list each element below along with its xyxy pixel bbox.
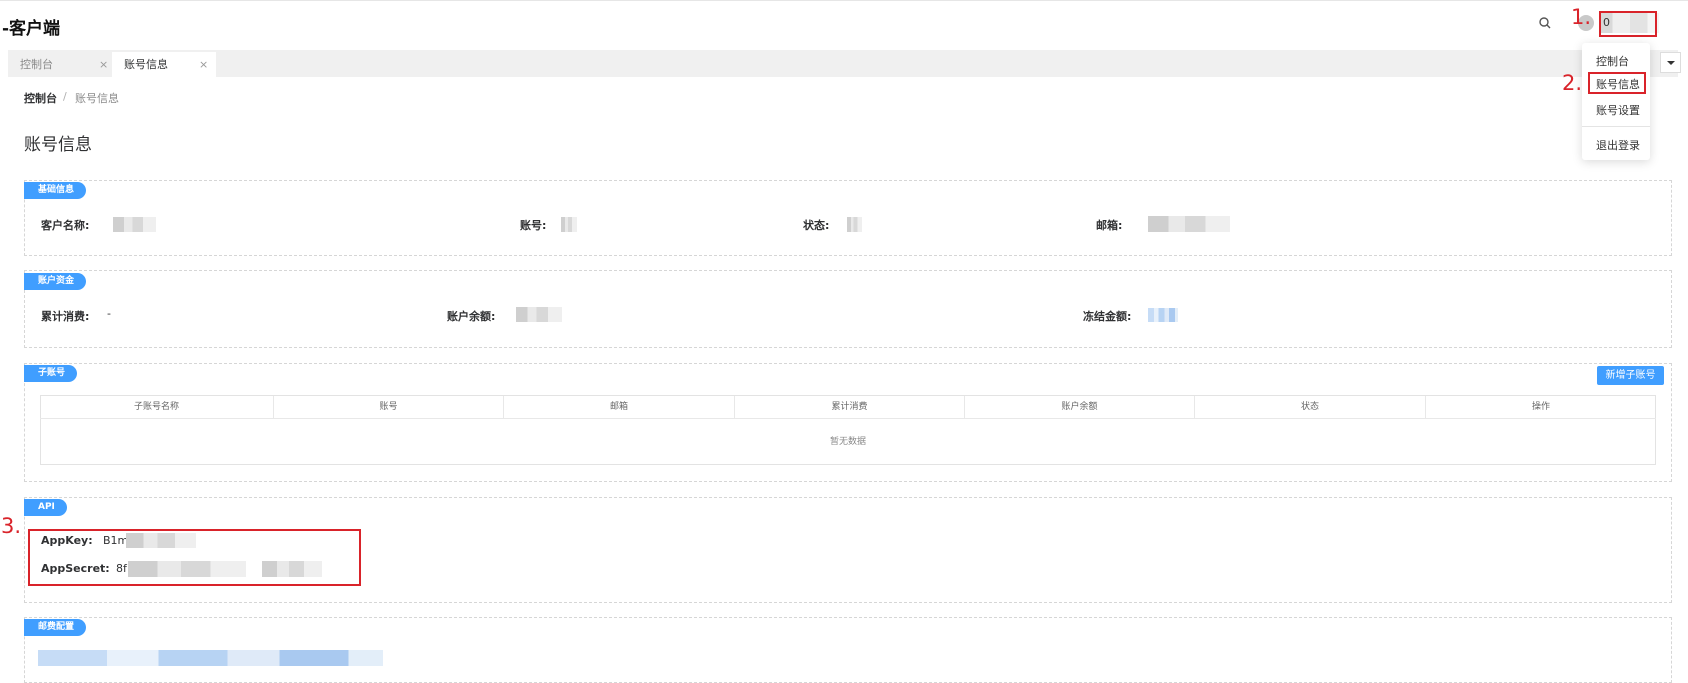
frozen-value — [1148, 308, 1178, 322]
annotation-box-user — [1599, 11, 1657, 37]
tab-more-dropdown-button[interactable] — [1660, 52, 1681, 73]
table-header-cell: 账号 — [274, 396, 504, 418]
breadcrumb-separator: / — [63, 90, 67, 103]
app-key-value: B1m — [103, 534, 129, 547]
annotation-number-1: 1. — [1571, 5, 1592, 29]
total-spend-value: - — [107, 307, 111, 320]
customer-name-label: 客户名称: — [41, 219, 90, 232]
tab-console-label: 控制台 — [20, 58, 53, 71]
app-title: -客户端 — [2, 19, 61, 39]
app-secret-hidden — [262, 561, 322, 577]
app-secret-label: AppSecret: — [41, 562, 110, 575]
sub-accounts-label: 子账号 — [24, 365, 78, 382]
funds-section — [24, 270, 1672, 348]
table-header-divider — [40, 418, 1656, 419]
tab-bar — [8, 50, 1678, 77]
email-value — [1148, 216, 1230, 232]
basic-info-label: 基础信息 — [24, 182, 87, 199]
total-spend-label: 累计消费: — [41, 310, 90, 323]
api-label: API — [24, 499, 67, 516]
app-key-hidden — [126, 533, 196, 548]
table-header-cell: 邮箱 — [504, 396, 735, 418]
status-label: 状态: — [803, 219, 830, 232]
close-icon[interactable]: × — [199, 52, 208, 77]
annotation-number-2: 2. — [1562, 71, 1583, 95]
app-secret-hidden — [128, 561, 246, 577]
menu-item-account-settings[interactable]: 账号设置 — [1596, 102, 1640, 118]
search-icon[interactable] — [1537, 15, 1553, 31]
annotation-number-3: 3. — [1, 514, 22, 538]
table-header-cell: 累计消费 — [735, 396, 965, 418]
table-header-cell: 状态 — [1195, 396, 1426, 418]
account-value — [561, 217, 577, 232]
annotation-box-account-info — [1588, 72, 1646, 94]
menu-item-console[interactable]: 控制台 — [1596, 53, 1629, 69]
table-header-cell: 子账号名称 — [40, 396, 274, 418]
tab-account-info-label: 账号信息 — [124, 58, 168, 71]
email-label: 邮箱: — [1096, 219, 1123, 232]
close-icon[interactable]: × — [99, 52, 108, 77]
funds-label: 账户资金 — [24, 273, 87, 290]
table-header-cell: 操作 — [1531, 402, 1550, 412]
app-key-label: AppKey: — [41, 534, 93, 547]
mail-config-label: 邮费配置 — [24, 619, 87, 636]
status-value — [847, 217, 862, 232]
page-title: 账号信息 — [24, 135, 92, 155]
app-secret-value: 8f — [116, 562, 127, 575]
menu-item-logout[interactable]: 退出登录 — [1596, 137, 1640, 153]
table-header-cell: 账户余额 — [965, 396, 1195, 418]
customer-name-value — [113, 217, 156, 232]
frozen-label: 冻结金额: — [1083, 310, 1132, 323]
balance-label: 账户余额: — [447, 310, 496, 323]
breadcrumb-current: 账号信息 — [75, 92, 119, 105]
top-header — [0, 0, 1688, 48]
balance-value — [516, 307, 562, 322]
account-label: 账号: — [520, 219, 547, 232]
table-empty-text: 暂无数据 — [829, 437, 866, 447]
tab-account-info[interactable]: 账号信息 × — [112, 52, 216, 77]
breadcrumb-home[interactable]: 控制台 — [24, 90, 57, 106]
menu-divider — [1582, 126, 1650, 127]
tab-console[interactable]: 控制台 × — [20, 52, 110, 77]
add-sub-account-button[interactable]: 新增子账号 — [1597, 366, 1664, 385]
mail-config-value — [38, 650, 383, 666]
